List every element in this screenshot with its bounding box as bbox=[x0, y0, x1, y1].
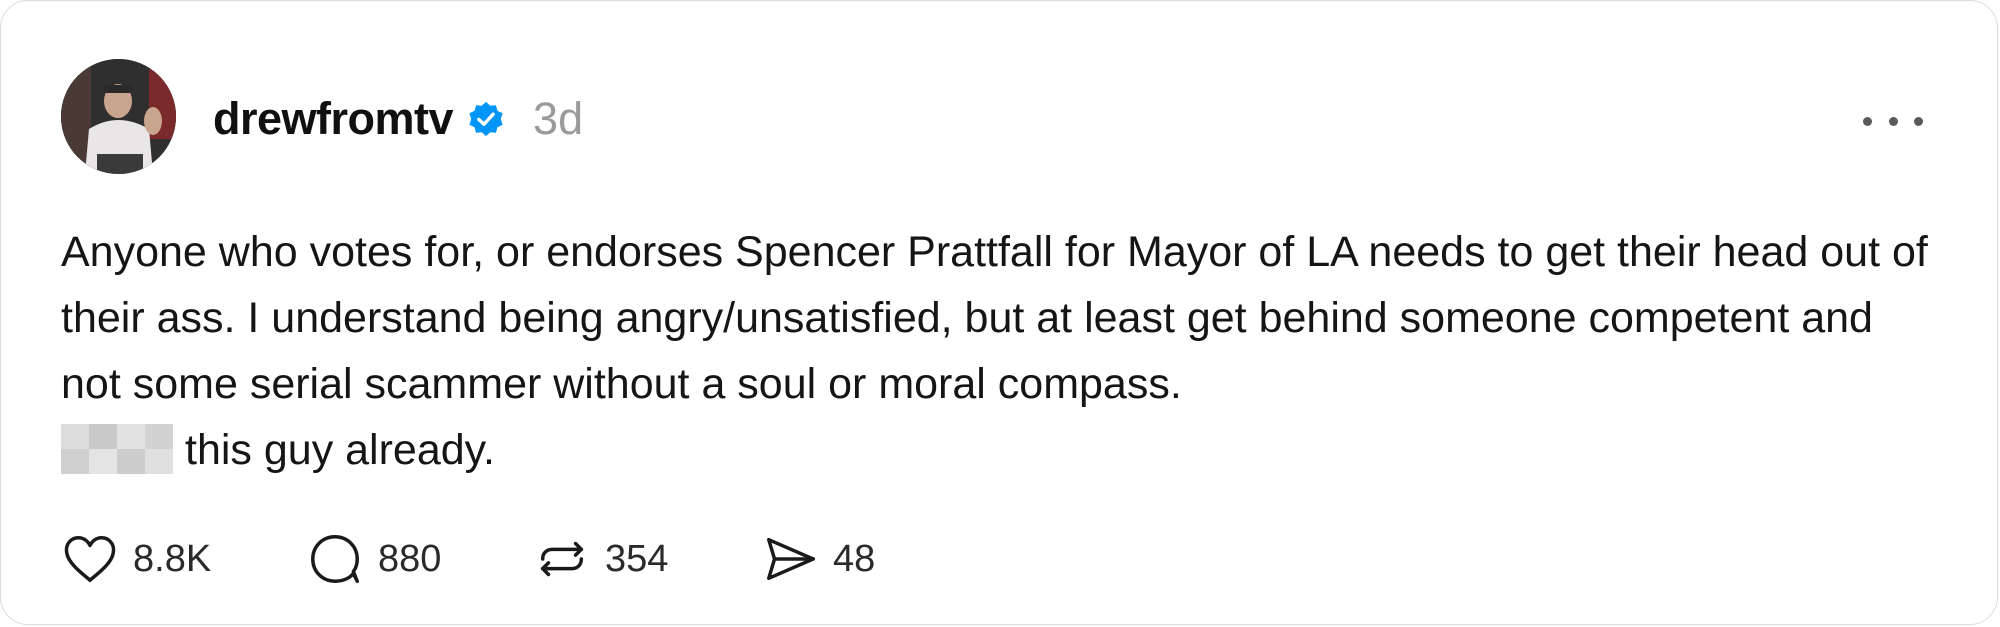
share-count: 48 bbox=[833, 537, 876, 580]
share-button[interactable]: 48 bbox=[761, 530, 875, 588]
post-body: Anyone who votes for, or endorses Spence… bbox=[61, 219, 1941, 483]
post-body-tail: this guy already. bbox=[185, 426, 495, 474]
repost-count: 354 bbox=[605, 537, 669, 580]
repost-icon bbox=[540, 541, 584, 577]
send-icon bbox=[766, 537, 815, 581]
profile-photo bbox=[61, 59, 176, 174]
like-button[interactable]: 8.8K bbox=[61, 530, 306, 588]
verified-badge-icon bbox=[467, 100, 505, 138]
more-dot bbox=[1914, 116, 1923, 126]
avatar[interactable] bbox=[61, 59, 176, 174]
like-count: 8.8K bbox=[133, 537, 212, 580]
action-bar: 8.8K 880 354 48 bbox=[61, 529, 875, 589]
more-options-icon[interactable] bbox=[1863, 101, 1923, 141]
more-dot bbox=[1888, 116, 1898, 126]
heart-icon bbox=[64, 535, 116, 583]
post-header: drewfromtv 3d bbox=[213, 87, 583, 151]
more-dot bbox=[1863, 116, 1872, 126]
comment-bubble-icon bbox=[311, 535, 359, 583]
censored-word bbox=[61, 424, 173, 474]
repost-button[interactable]: 354 bbox=[533, 530, 761, 588]
comment-count: 880 bbox=[378, 537, 442, 580]
post-body-main: Anyone who votes for, or endorses Spence… bbox=[61, 228, 1928, 408]
post-card: drewfromtv 3d Anyone who votes for, or e… bbox=[0, 0, 1998, 625]
username[interactable]: drewfromtv bbox=[213, 93, 454, 145]
comment-button[interactable]: 880 bbox=[306, 530, 533, 588]
post-timestamp[interactable]: 3d bbox=[533, 93, 583, 145]
